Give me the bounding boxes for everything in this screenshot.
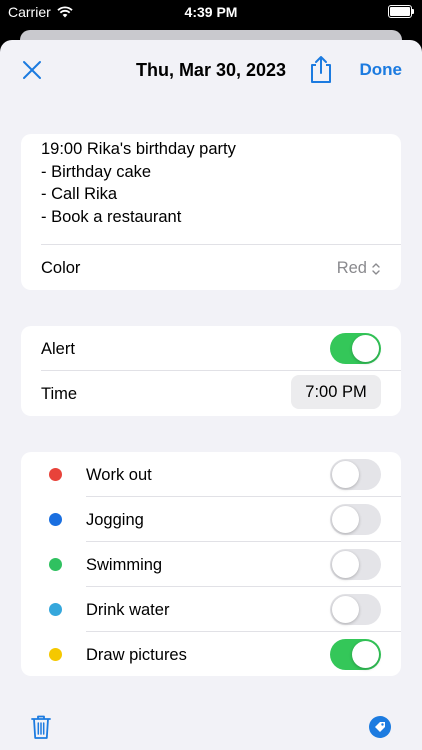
note-text[interactable]: 19:00 Rika's birthday party - Birthday c… bbox=[41, 138, 381, 228]
note-card: 19:00 Rika's birthday party - Birthday c… bbox=[21, 134, 401, 290]
status-time: 4:39 PM bbox=[184, 4, 238, 20]
habit-toggle[interactable] bbox=[330, 639, 381, 670]
divider bbox=[86, 496, 401, 497]
done-button[interactable]: Done bbox=[360, 60, 403, 80]
habit-label: Work out bbox=[86, 466, 152, 484]
alert-label: Alert bbox=[41, 340, 75, 358]
color-dot bbox=[49, 558, 62, 571]
status-bar: Carrier 4:39 PM bbox=[0, 0, 422, 24]
nav-bar: Thu, Mar 30, 2023 Done bbox=[0, 40, 422, 102]
habit-toggle[interactable] bbox=[330, 594, 381, 625]
time-picker[interactable]: 7:00 PM bbox=[291, 375, 381, 409]
color-dot bbox=[49, 648, 62, 661]
color-picker[interactable]: Red bbox=[337, 259, 381, 278]
color-label: Color bbox=[41, 259, 81, 277]
color-dot bbox=[49, 468, 62, 481]
divider bbox=[41, 244, 401, 245]
habit-label: Draw pictures bbox=[86, 646, 187, 664]
color-dot bbox=[49, 603, 62, 616]
habit-label: Drink water bbox=[86, 601, 170, 619]
habits-card: Work out Jogging Swimming Drink water Dr… bbox=[21, 452, 401, 676]
habit-toggle[interactable] bbox=[330, 459, 381, 490]
battery-icon bbox=[388, 5, 414, 18]
habit-label: Swimming bbox=[86, 556, 163, 574]
alert-toggle[interactable] bbox=[330, 333, 381, 364]
divider bbox=[86, 541, 401, 542]
habit-label: Jogging bbox=[86, 511, 144, 529]
divider bbox=[86, 631, 401, 632]
divider bbox=[41, 370, 401, 371]
updown-chevron-icon bbox=[372, 262, 380, 275]
entry-sheet: Thu, Mar 30, 2023 Done 19:00 Rika's birt… bbox=[0, 40, 422, 750]
time-label: Time bbox=[41, 385, 78, 403]
habit-toggle[interactable] bbox=[330, 549, 381, 580]
tag-icon[interactable] bbox=[369, 716, 391, 738]
alert-card: Alert Time 7:00 PM bbox=[21, 326, 401, 416]
divider bbox=[86, 586, 401, 587]
share-icon[interactable] bbox=[309, 54, 333, 84]
color-value: Red bbox=[336, 259, 367, 277]
color-dot bbox=[49, 513, 62, 526]
habit-toggle[interactable] bbox=[330, 504, 381, 535]
trash-icon[interactable] bbox=[30, 714, 52, 740]
